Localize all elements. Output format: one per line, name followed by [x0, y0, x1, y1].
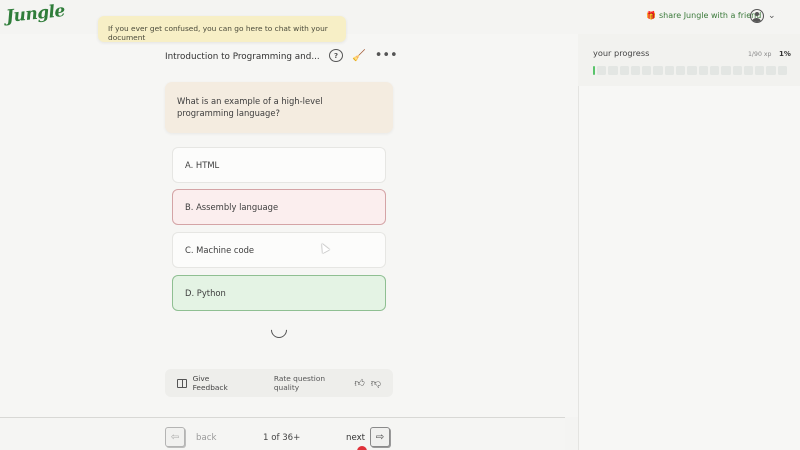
back-arrow-icon[interactable]: ⇦	[165, 427, 185, 447]
progress-segment	[721, 66, 731, 75]
chat-question-icon[interactable]: ?	[329, 49, 343, 62]
document-actions: ? 🧹 •••	[329, 49, 398, 62]
user-circle-icon	[750, 9, 764, 23]
progress-header	[578, 34, 800, 86]
progress-segment	[687, 66, 697, 75]
recording-indicator	[357, 446, 367, 450]
progress-segment	[698, 66, 708, 75]
progress-segment	[664, 66, 675, 75]
broom-icon[interactable]: 🧹	[352, 49, 366, 62]
progress-segment	[766, 66, 776, 75]
share-link[interactable]: 🎁 share Jungle with a friend	[646, 11, 761, 20]
progress-segment	[755, 66, 765, 75]
document-title: Introduction to Programming and...	[165, 52, 320, 62]
progress-segment	[732, 66, 742, 75]
progress-fill	[593, 66, 595, 75]
progress-segment	[777, 66, 788, 75]
chevron-down-icon: ⌄	[768, 11, 776, 21]
progress-segment	[676, 66, 686, 75]
progress-percent: 1%	[779, 50, 791, 58]
next-arrow-icon[interactable]: ⇨	[370, 427, 390, 447]
xp-counter: 1/90 xp	[748, 51, 772, 58]
next-button[interactable]: next	[346, 433, 365, 443]
answer-option-b[interactable]: B. Assembly language	[172, 189, 386, 225]
progress-segment	[630, 66, 641, 75]
answer-option-d[interactable]: D. Python	[172, 275, 386, 311]
user-menu[interactable]: ⌄	[750, 9, 776, 23]
chat-tooltip: If you ever get confused, you can go her…	[98, 16, 346, 42]
progress-segment	[642, 66, 652, 75]
rating-buttons: 👍︎ 👎︎	[354, 377, 381, 389]
progress-segment	[743, 66, 754, 75]
thumbs-down-icon[interactable]: 👎︎	[371, 377, 381, 389]
progress-segment	[653, 66, 663, 75]
progress-label: your progress	[593, 48, 650, 58]
page-indicator: 1 of 36+	[263, 433, 301, 443]
progress-sidebar	[578, 34, 800, 450]
answer-option-c[interactable]: C. Machine code	[172, 232, 386, 268]
question-card: What is an example of a high-level progr…	[165, 82, 393, 133]
give-feedback-button[interactable]: Give Feedback	[193, 374, 244, 392]
progress-segment	[619, 66, 629, 75]
progress-bar	[593, 66, 788, 75]
progress-segment	[597, 66, 607, 75]
progress-segment	[709, 66, 720, 75]
share-label: share Jungle with a friend	[658, 11, 762, 20]
gift-icon	[177, 378, 187, 388]
thumbs-up-icon[interactable]: 👍︎	[354, 377, 364, 389]
more-icon[interactable]: •••	[375, 49, 398, 62]
progress-segment	[608, 66, 618, 75]
rate-quality-label: Rate question quality	[273, 374, 326, 392]
answer-option-a[interactable]: A. HTML	[172, 147, 386, 183]
jungle-logo[interactable]: Jungle	[5, 1, 66, 27]
feedback-bar: Give Feedback Rate question quality 👍︎ 👎…	[165, 369, 393, 397]
back-button[interactable]: back	[196, 433, 216, 443]
gift-icon: 🎁	[646, 11, 656, 20]
